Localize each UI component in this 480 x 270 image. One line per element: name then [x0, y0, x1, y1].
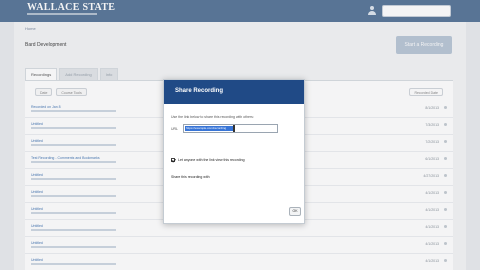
share-recording-dialog: Share Recording Use the link below to sh…	[163, 79, 305, 224]
share-with-link[interactable]: Share this recording with	[171, 175, 210, 179]
public-access-label[interactable]: Let anyone with the link view this recor…	[178, 158, 245, 162]
dialog-header: Share Recording	[164, 80, 304, 104]
text-cursor-icon	[233, 125, 235, 132]
share-url-field[interactable]: https://example.com/recording	[183, 124, 278, 133]
dialog-description: Use the link below to share this recordi…	[171, 115, 254, 119]
share-url-text[interactable]: https://example.com/recording	[185, 126, 233, 131]
public-access-checkbox[interactable]	[171, 158, 175, 162]
url-label: URL	[171, 127, 179, 131]
dialog-title: Share Recording	[175, 88, 224, 94]
ok-button[interactable]: OK	[289, 207, 301, 216]
